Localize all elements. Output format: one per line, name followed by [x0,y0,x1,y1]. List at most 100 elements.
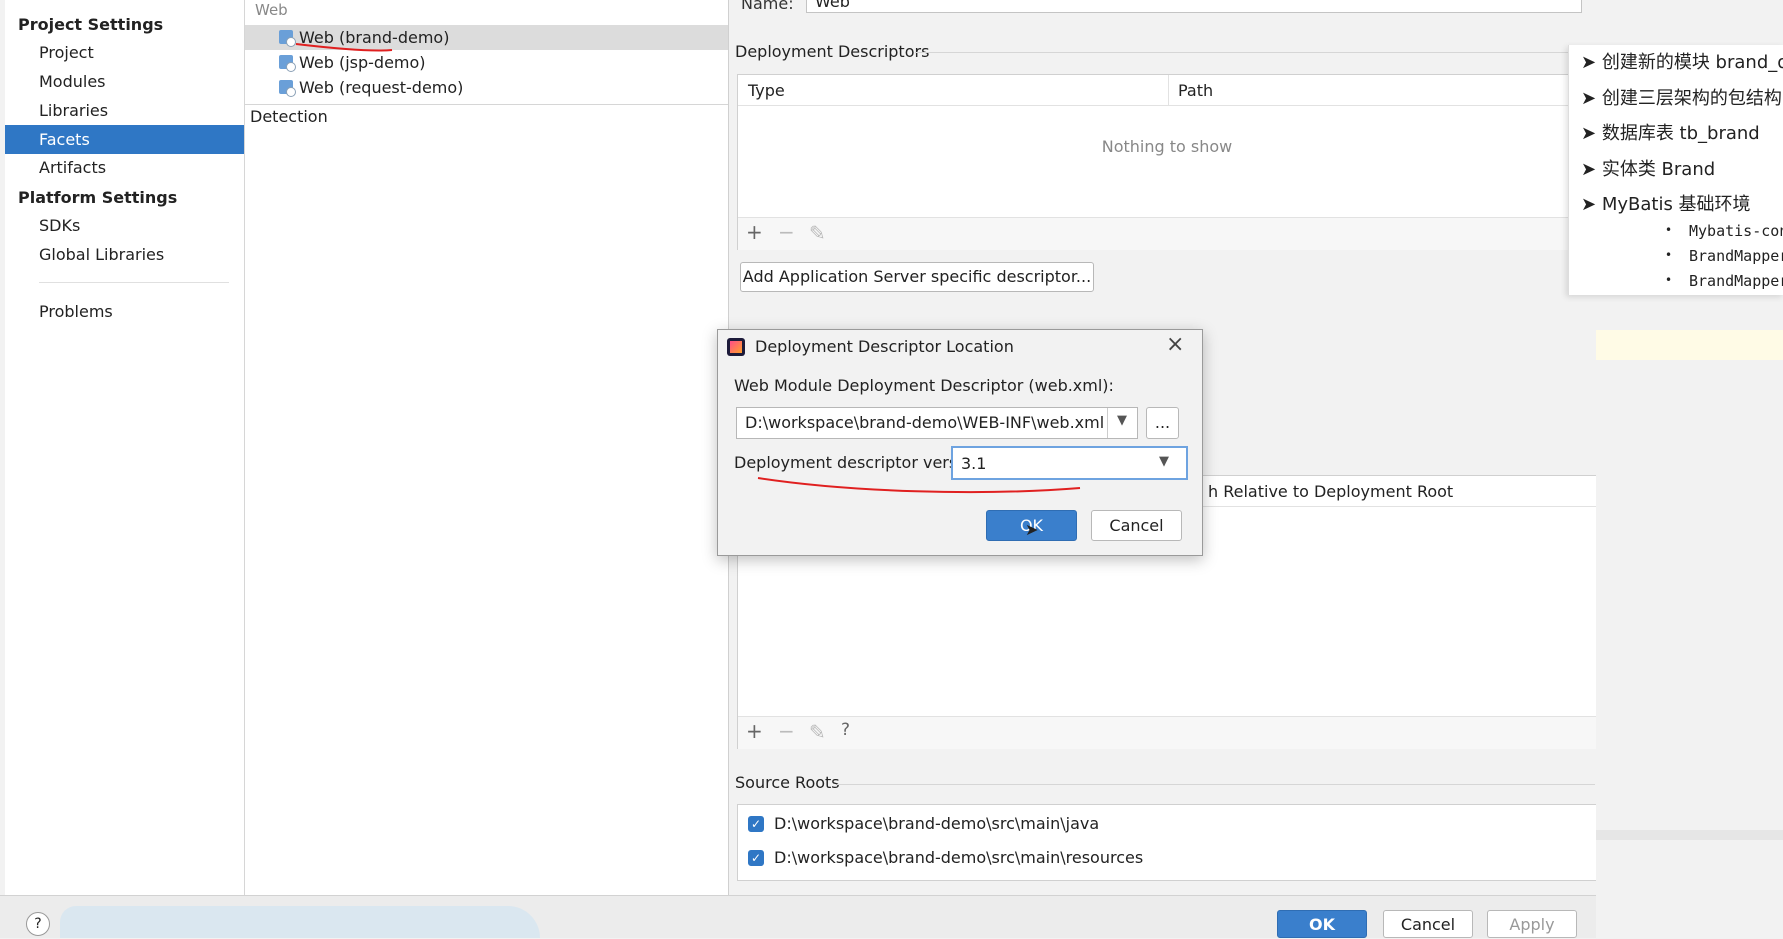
version-label: Deployment descriptor version [734,453,982,472]
note-item[interactable]: ➤ 数据库表 tb_brand [1581,119,1760,145]
descriptors-toolbar: + − ✎ [738,217,1596,250]
source-roots-list: ✓ D:\workspace\brand-demo\src\main\java … [737,804,1597,881]
tree-item-request-demo[interactable]: Web (request-demo) [245,75,728,100]
edit-icon[interactable]: ✎ [809,720,826,744]
nav-item-modules[interactable]: Modules [5,67,244,96]
bullet-icon: • [1665,223,1673,237]
settings-nav: Project Settings Project Modules Librari… [5,0,245,895]
nav-divider [39,282,229,283]
tree-item-jsp-demo[interactable]: Web (jsp-demo) [245,50,728,75]
facets-tree-panel: Web Web (brand-demo) Web (jsp-demo) Web … [245,0,729,895]
note-item-label: 创建新的模块 brand_de [1601,52,1783,73]
note-item-label: 创建三层架构的包结构 [1601,88,1782,109]
chevron-right-icon: ➤ [1581,123,1597,144]
version-value: 3.1 [961,454,987,473]
column-type[interactable]: Type [748,81,785,100]
tree-item-label: Web (jsp-demo) [299,53,426,72]
web-facet-icon [279,80,296,97]
dialog-cancel-button[interactable]: Cancel [1091,510,1182,541]
note-item[interactable]: ➤ 创建三层架构的包结构 [1581,84,1782,110]
web-facet-icon [279,55,296,72]
descriptors-table: Type Path Nothing to show + − ✎ [737,74,1597,250]
app-icon [727,338,745,356]
edit-icon[interactable]: ✎ [809,221,826,245]
project-settings-header: Project Settings [18,15,164,34]
table-header: Type Path [738,75,1596,106]
deployment-descriptors-title: Deployment Descriptors [735,42,930,61]
source-root-path: D:\workspace\brand-demo\src\main\java [774,814,1100,833]
section-divider [837,784,1595,785]
empty-text: Nothing to show [1101,137,1233,156]
source-root-checkbox[interactable]: ✓ [748,816,764,832]
source-root-checkbox[interactable]: ✓ [748,850,764,866]
nav-item-project[interactable]: Project [5,38,244,67]
nav-item-sdks[interactable]: SDKs [5,211,244,240]
tree-divider [245,104,728,105]
column-relative-path[interactable]: h Relative to Deployment Root [1208,482,1453,501]
nav-item-facets[interactable]: Facets [5,125,244,154]
source-roots-title: Source Roots [735,773,840,792]
remove-icon[interactable]: − [778,220,795,244]
ok-button[interactable]: OK [1277,910,1367,938]
dialog-title: Deployment Descriptor Location [755,337,1014,356]
note-sub-item: BrandMapper [1689,247,1783,265]
name-field[interactable]: Web [806,0,1582,13]
note-item[interactable]: ➤ 创建新的模块 brand_de [1581,48,1783,74]
mouse-cursor-icon: ➤ [1025,520,1039,539]
remove-icon[interactable]: − [778,719,795,743]
tree-item-brand-demo[interactable]: Web (brand-demo) [245,25,728,50]
web-resource-toolbar: + − ✎ ? [738,716,1596,749]
combo-divider [1107,408,1108,438]
descriptor-label: Web Module Deployment Descriptor (web.xm… [734,376,1114,395]
platform-settings-header: Platform Settings [18,188,178,207]
nav-item-libraries[interactable]: Libraries [5,96,244,125]
chevron-down-icon[interactable]: ▼ [1159,454,1169,469]
note-item-label: 数据库表 tb_brand [1601,123,1760,144]
column-divider [1168,75,1169,105]
tree-item-label: Web (request-demo) [299,78,464,97]
web-facet-icon [279,30,296,47]
section-divider [915,52,1595,53]
video-overlay [60,906,540,938]
column-path[interactable]: Path [1178,81,1213,100]
help-icon[interactable]: ? [841,720,850,740]
tree-group-web[interactable]: Web [255,1,288,19]
editor-highlight-line [1596,330,1783,360]
tree-item-label: Web (brand-demo) [299,28,450,47]
add-server-descriptor-button[interactable]: Add Application Server specific descript… [740,262,1094,292]
close-icon[interactable]: × [1166,332,1184,357]
bottom-bar: ? OK Cancel Apply [0,895,1596,938]
chevron-right-icon: ➤ [1581,194,1597,215]
deployment-descriptor-dialog: Deployment Descriptor Location × Web Mod… [717,329,1203,556]
name-label: Name: [741,0,794,13]
descriptor-path-combo[interactable]: D:\workspace\brand-demo\WEB-INF\web.xml … [736,407,1138,439]
nav-item-global-libraries[interactable]: Global Libraries [5,240,244,269]
source-root-path: D:\workspace\brand-demo\src\main\resourc… [774,848,1144,867]
note-sub-item: BrandMapper [1689,272,1783,290]
note-item-label: MyBatis 基础环境 [1601,194,1751,215]
descriptor-path-value: D:\workspace\brand-demo\WEB-INF\web.xml [745,413,1105,432]
note-item-label: 实体类 Brand [1601,159,1716,180]
chevron-right-icon: ➤ [1581,88,1597,109]
note-item[interactable]: ➤ MyBatis 基础环境 [1581,190,1751,216]
editor-scrollbar[interactable] [1596,830,1783,840]
nav-item-artifacts[interactable]: Artifacts [5,153,244,182]
apply-button[interactable]: Apply [1487,910,1577,938]
notes-outline: ➤ 创建新的模块 brand_de ➤ 创建三层架构的包结构 ➤ 数据库表 tb… [1568,45,1783,295]
bullet-icon: • [1665,248,1673,262]
cancel-button[interactable]: Cancel [1383,910,1473,938]
bullet-icon: • [1665,273,1673,287]
note-item[interactable]: ➤ 实体类 Brand [1581,155,1715,181]
chevron-right-icon: ➤ [1581,159,1597,180]
help-button[interactable]: ? [26,912,50,936]
version-combo[interactable]: 3.1 ▼ [951,446,1188,480]
note-sub-item: Mybatis-con [1689,222,1783,240]
app-icon-mark [730,341,742,353]
nav-item-problems[interactable]: Problems [5,297,244,326]
browse-button[interactable]: ... [1146,407,1179,439]
add-icon[interactable]: + [746,220,763,244]
detection-label[interactable]: Detection [250,107,328,126]
chevron-right-icon: ➤ [1581,52,1597,73]
chevron-down-icon[interactable]: ▼ [1117,413,1127,428]
add-icon[interactable]: + [746,719,763,743]
